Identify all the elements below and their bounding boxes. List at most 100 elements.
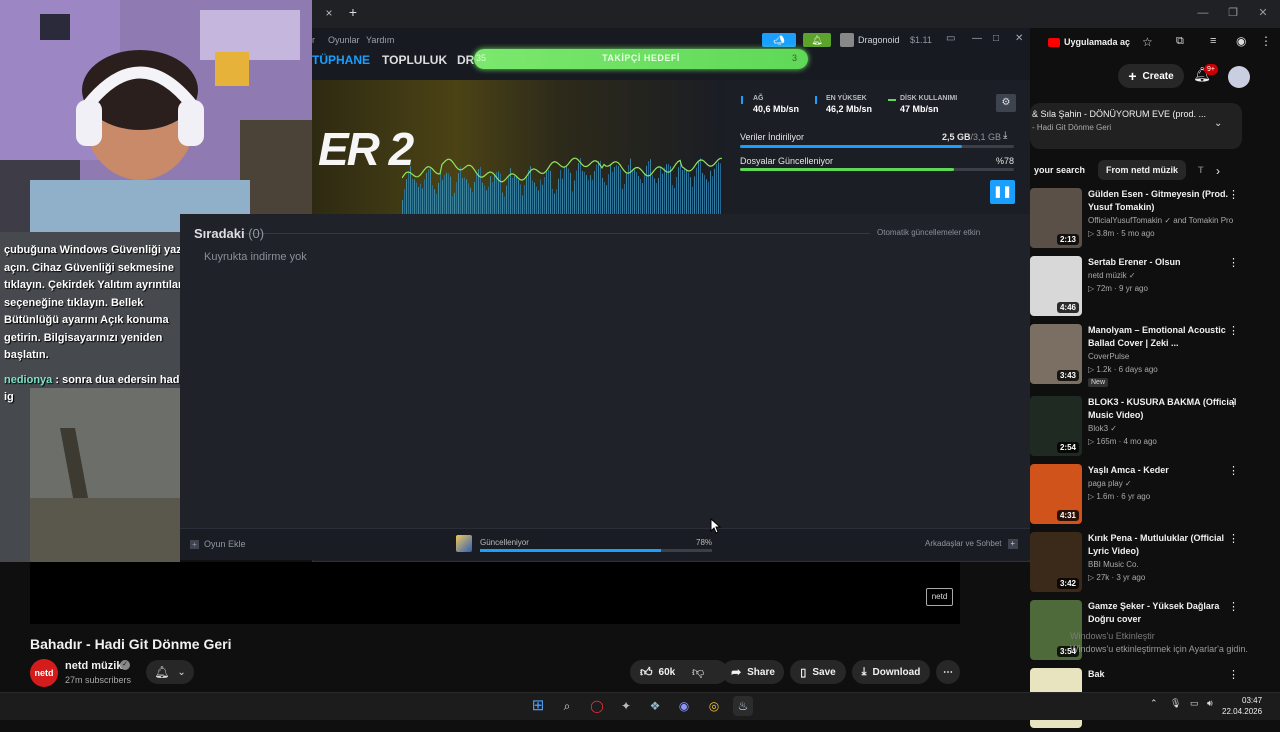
steam-icon[interactable]: ♨: [733, 696, 753, 716]
more-options-icon[interactable]: ⋮: [1228, 600, 1239, 613]
nav-community[interactable]: TOPLULUK: [382, 53, 447, 67]
graph-bar: [618, 166, 619, 214]
chrome-icon[interactable]: ◎: [704, 696, 724, 716]
bottom-download-status[interactable]: Güncelleniyor: [480, 538, 529, 547]
megaphone-icon[interactable]: 📣︎: [762, 33, 796, 47]
video-channel[interactable]: paga play ✓: [1088, 479, 1132, 488]
thumbs-down-icon[interactable]: 👎︎: [692, 665, 704, 680]
search-icon[interactable]: ⌕: [557, 696, 577, 716]
playlist-now-playing[interactable]: & Sıla Şahin - DÖNÜYORUM EVE (prod. ... …: [1030, 103, 1242, 149]
more-options-icon[interactable]: ⋮: [1228, 668, 1239, 681]
webcam-overlay: [0, 0, 312, 232]
clock[interactable]: 03:47 22.04.2026: [1222, 695, 1262, 717]
more-options-icon[interactable]: ⋮: [1228, 188, 1239, 201]
video-thumbnail[interactable]: 3:43: [1030, 324, 1082, 384]
video-thumbnail[interactable]: 2:13: [1030, 188, 1082, 248]
extensions-icon[interactable]: ⧉: [1176, 35, 1184, 48]
video-title[interactable]: Yaşlı Amca - Keder: [1088, 464, 1238, 477]
video-title[interactable]: Kırık Pena - Mutluluklar (Official Lyric…: [1088, 532, 1238, 558]
taskbar: [0, 692, 1280, 720]
restore-icon[interactable]: ❐: [1226, 6, 1240, 20]
video-title[interactable]: BLOK3 - KUSURA BAKMA (Official Music Vid…: [1088, 396, 1238, 422]
chip-more[interactable]: T: [1190, 160, 1212, 180]
close-icon[interactable]: ✕: [1015, 33, 1023, 44]
video-channel[interactable]: OfficialYusufTomakin ✓ and Tomakin Pro: [1088, 216, 1233, 225]
like-button[interactable]: 👍︎ 60k: [630, 660, 728, 684]
video-thumbnail[interactable]: 2:54: [1030, 396, 1082, 456]
close-tab-icon[interactable]: ×: [322, 6, 336, 20]
list-item[interactable]: 3:42 Kırık Pena - Mutluluklar (Official L…: [1030, 532, 1270, 596]
add-game-button[interactable]: + Oyun Ekle: [190, 539, 246, 549]
graph-bar: [576, 170, 577, 214]
more-options-icon[interactable]: ⋮: [1228, 256, 1239, 269]
friends-chat-button[interactable]: Arkadaşlar ve Sohbet +: [925, 539, 1018, 549]
download-button[interactable]: ⤓ Download: [852, 660, 930, 684]
big-picture-icon[interactable]: ▭: [946, 33, 955, 44]
browser-menu-icon[interactable]: ⋮: [1260, 34, 1272, 48]
network-icon[interactable]: ▭: [1190, 698, 1199, 709]
pause-icon[interactable]: ❚❚: [990, 180, 1015, 204]
video-player[interactable]: [30, 562, 960, 624]
discord-icon[interactable]: ◉: [674, 696, 694, 716]
video-title[interactable]: Gamze Şeker - Yüksek Dağlara Doğru cover: [1088, 600, 1238, 626]
chip-from-netd[interactable]: From netd müzik: [1098, 160, 1187, 180]
nav-profile[interactable]: DR: [457, 53, 474, 67]
save-button[interactable]: ▯ Save: [790, 660, 846, 684]
more-options-icon[interactable]: ⋮: [1228, 396, 1239, 409]
subscription-bell-button[interactable]: 🔔︎ ⌄: [146, 660, 194, 684]
close-window-icon[interactable]: ✕: [1256, 6, 1270, 20]
gear-icon[interactable]: ⚙: [996, 94, 1016, 112]
profile-icon[interactable]: ◉: [1236, 34, 1246, 48]
chevron-down-icon[interactable]: ⌄: [1214, 118, 1222, 129]
steam-menu-help[interactable]: Yardım: [366, 35, 394, 45]
video-channel[interactable]: netd müzik ✓: [1088, 271, 1136, 280]
video-thumbnail[interactable]: 3:42: [1030, 532, 1082, 592]
video-title[interactable]: Manolyam – Emotional Acoustic Ballad Cov…: [1088, 324, 1238, 350]
list-item[interactable]: 4:46 Sertab Erener - Olsun netd müzik ✓ ▷ 7…: [1030, 256, 1270, 320]
nav-library[interactable]: TÜPHANE: [312, 53, 370, 67]
minimize-icon[interactable]: —: [1196, 6, 1210, 20]
open-in-app-button[interactable]: Uygulamada aç: [1048, 34, 1132, 50]
maximize-icon[interactable]: □: [993, 33, 999, 44]
steam-avatar[interactable]: [840, 33, 854, 47]
more-options-icon[interactable]: ⋮: [1228, 324, 1239, 337]
channel-avatar[interactable]: netd: [30, 659, 58, 687]
video-thumbnail[interactable]: 4:46: [1030, 256, 1082, 316]
steam-bell-icon[interactable]: 🔔︎: [803, 33, 831, 47]
steam-username[interactable]: Dragonoid: [858, 35, 900, 45]
media-icon[interactable]: ≡: [1210, 35, 1216, 47]
microphone-icon[interactable]: 🎙︎: [1170, 698, 1181, 709]
tray-chevron-icon[interactable]: ⌃: [1150, 698, 1158, 709]
goal-label: TAKİPÇİ HEDEFİ: [602, 53, 680, 63]
video-channel[interactable]: Blok3 ✓: [1088, 424, 1117, 433]
more-options-icon[interactable]: ⋮: [1228, 464, 1239, 477]
video-title[interactable]: Sertab Erener - Olsun: [1088, 256, 1238, 269]
steam-menu-games[interactable]: Oyunlar: [328, 35, 360, 45]
chevron-right-icon[interactable]: ›: [1216, 164, 1220, 178]
list-item[interactable]: 2:54 BLOK3 - KUSURA BAKMA (Official Music…: [1030, 396, 1270, 460]
more-actions-button[interactable]: ⋯: [936, 660, 960, 684]
video-channel[interactable]: CoverPulse: [1088, 352, 1129, 361]
video-channel[interactable]: BBI Music Co.: [1088, 560, 1139, 569]
opera-icon[interactable]: ◯: [587, 696, 607, 716]
more-options-icon[interactable]: ⋮: [1228, 532, 1239, 545]
steam-menu-item[interactable]: r: [312, 35, 315, 45]
list-item[interactable]: 4:31 Yaşlı Amca - Keder paga play ✓ ▷ 1.6m …: [1030, 464, 1270, 528]
volume-icon[interactable]: 🔊︎: [1207, 698, 1213, 709]
video-title[interactable]: Gülden Esen - Gitmeyesin (Prod. Yusuf To…: [1088, 188, 1238, 214]
channel-name[interactable]: netd müzik: [65, 660, 122, 672]
app-icon[interactable]: ✦: [616, 696, 636, 716]
video-thumbnail[interactable]: 4:31: [1030, 464, 1082, 524]
list-item[interactable]: 2:13 Gülden Esen - Gitmeyesin (Prod. Yusu…: [1030, 188, 1270, 252]
video-title[interactable]: Bak: [1088, 668, 1238, 681]
list-item[interactable]: 3:43 Manolyam – Emotional Acoustic Ballad…: [1030, 324, 1270, 388]
chip-your-search[interactable]: your search: [1030, 160, 1089, 180]
new-tab-button[interactable]: +: [346, 5, 360, 19]
bookmark-star-icon[interactable]: ☆: [1142, 35, 1153, 49]
share-button[interactable]: ➦ Share: [722, 660, 784, 684]
create-button[interactable]: + Create: [1118, 64, 1184, 88]
app-icon[interactable]: ❖: [645, 696, 665, 716]
windows-start-icon[interactable]: ⊞: [528, 696, 548, 716]
avatar[interactable]: [1228, 66, 1250, 88]
minimize-icon[interactable]: —: [972, 33, 982, 44]
